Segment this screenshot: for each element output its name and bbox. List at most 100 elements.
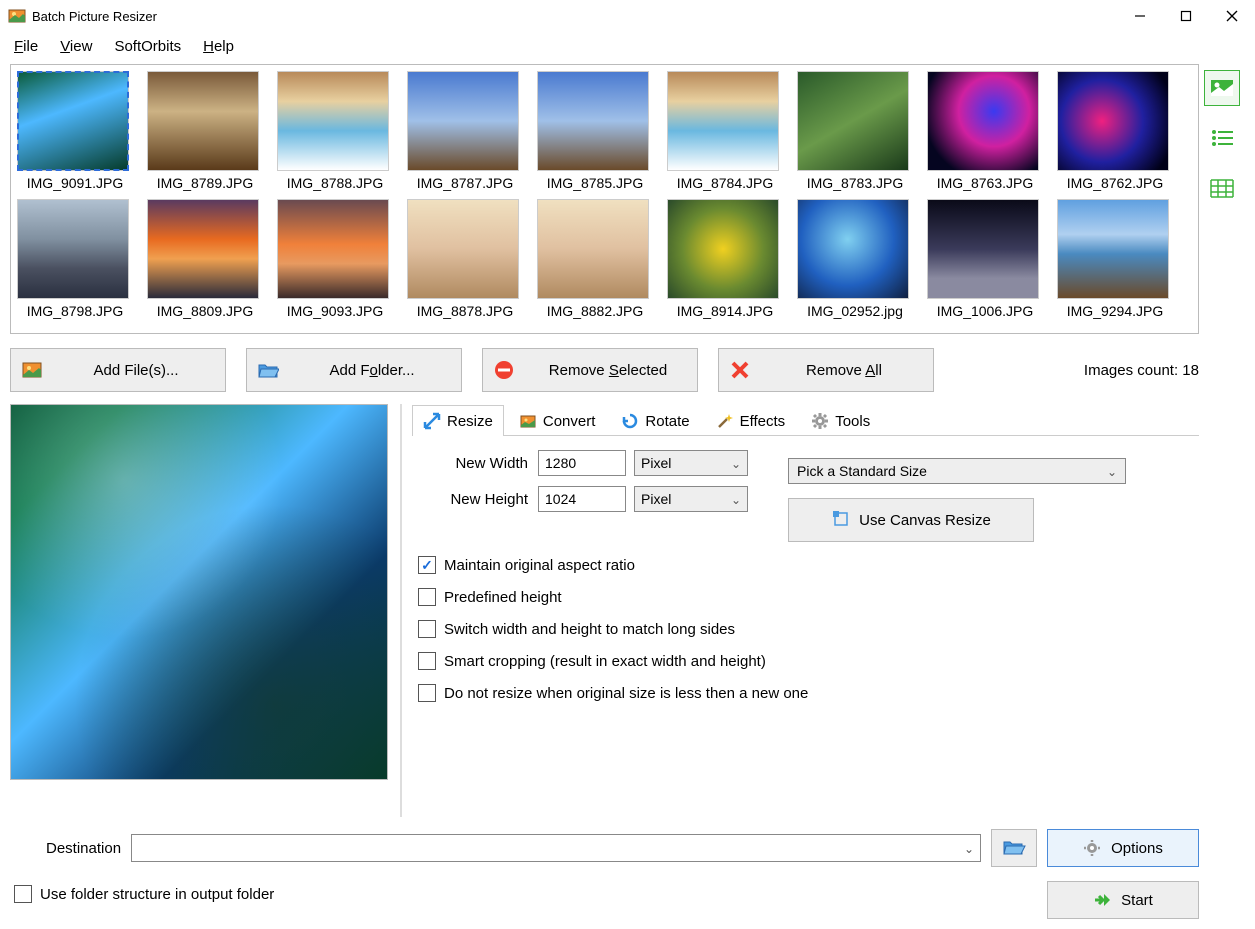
tab-effects[interactable]: Effects bbox=[705, 405, 797, 436]
destination-select[interactable] bbox=[131, 834, 981, 862]
thumbnail-item[interactable]: IMG_8787.JPG bbox=[407, 71, 523, 191]
thumbnail-item[interactable]: IMG_9294.JPG bbox=[1057, 199, 1173, 319]
thumbnail-item[interactable]: IMG_8914.JPG bbox=[667, 199, 783, 319]
thumbnail-item[interactable]: IMG_8789.JPG bbox=[147, 71, 263, 191]
grid-view-button[interactable] bbox=[1204, 170, 1240, 206]
menu-file[interactable]: File bbox=[10, 36, 42, 57]
thumbnail-label: IMG_8763.JPG bbox=[927, 175, 1043, 191]
smart-crop-checkbox[interactable] bbox=[418, 652, 436, 670]
thumbnail-item[interactable]: IMG_8762.JPG bbox=[1057, 71, 1173, 191]
thumbnail-image bbox=[277, 71, 389, 171]
thumbnail-label: IMG_8882.JPG bbox=[537, 303, 653, 319]
add-folder-button[interactable]: Add Folder... bbox=[246, 348, 462, 392]
titlebar: Batch Picture Resizer bbox=[0, 0, 1255, 32]
resize-icon bbox=[423, 412, 441, 430]
thumbnail-image bbox=[927, 199, 1039, 299]
standard-size-select[interactable]: Pick a Standard Size bbox=[788, 458, 1126, 484]
list-view-button[interactable] bbox=[1204, 120, 1240, 156]
add-files-button[interactable]: Add File(s)... bbox=[10, 348, 226, 392]
thumbnails-icon bbox=[1210, 78, 1234, 98]
thumbnail-image bbox=[537, 71, 649, 171]
no-resize-small-label: Do not resize when original size is less… bbox=[444, 685, 808, 702]
view-switcher bbox=[1199, 64, 1245, 919]
menu-view[interactable]: View bbox=[56, 36, 96, 57]
destination-label: Destination bbox=[46, 840, 121, 857]
preview-image bbox=[10, 404, 388, 780]
thumbnail-item[interactable]: IMG_9093.JPG bbox=[277, 199, 393, 319]
start-button[interactable]: Start bbox=[1047, 881, 1199, 919]
thumbnail-item[interactable]: IMG_02952.jpg bbox=[797, 199, 913, 319]
predefined-height-checkbox[interactable] bbox=[418, 588, 436, 606]
thumbnail-item[interactable]: IMG_8785.JPG bbox=[537, 71, 653, 191]
thumbnail-label: IMG_8788.JPG bbox=[277, 175, 393, 191]
thumbnail-view-button[interactable] bbox=[1204, 70, 1240, 106]
thumbnail-image bbox=[407, 71, 519, 171]
no-resize-small-checkbox[interactable] bbox=[418, 684, 436, 702]
thumbnail-label: IMG_8784.JPG bbox=[667, 175, 783, 191]
images-count: Images count: 18 bbox=[1084, 362, 1199, 379]
thumbnail-image bbox=[147, 199, 259, 299]
remove-selected-button[interactable]: Remove Selected bbox=[482, 348, 698, 392]
gear-icon bbox=[1083, 839, 1101, 857]
thumbnail-label: IMG_8787.JPG bbox=[407, 175, 523, 191]
thumbnail-item[interactable]: IMG_8798.JPG bbox=[17, 199, 133, 319]
thumbnail-label: IMG_8783.JPG bbox=[797, 175, 913, 191]
new-width-input[interactable] bbox=[538, 450, 626, 476]
app-icon bbox=[8, 7, 26, 25]
tab-resize[interactable]: Resize bbox=[412, 405, 504, 436]
resize-form: New Width Pixel New Height Pixel bbox=[412, 446, 1199, 716]
thumbnail-image bbox=[277, 199, 389, 299]
destination-browse-button[interactable] bbox=[991, 829, 1037, 867]
thumbnail-image bbox=[537, 199, 649, 299]
thumbnail-image bbox=[1057, 71, 1169, 171]
thumbnail-item[interactable]: IMG_8878.JPG bbox=[407, 199, 523, 319]
thumbnail-label: IMG_02952.jpg bbox=[797, 303, 913, 319]
options-button[interactable]: Options bbox=[1047, 829, 1199, 867]
canvas-icon bbox=[831, 509, 849, 531]
thumbnail-item[interactable]: IMG_8763.JPG bbox=[927, 71, 1043, 191]
thumbnail-image bbox=[1057, 199, 1169, 299]
height-unit-select[interactable]: Pixel bbox=[634, 486, 748, 512]
remove-all-button[interactable]: Remove All bbox=[718, 348, 934, 392]
use-folder-structure-label: Use folder structure in output folder bbox=[40, 886, 274, 903]
thumbnail-image bbox=[667, 71, 779, 171]
menu-softorbits[interactable]: SoftOrbits bbox=[110, 36, 185, 57]
rotate-icon bbox=[621, 412, 639, 430]
thumbnail-item[interactable]: IMG_9091.JPG bbox=[17, 71, 133, 191]
maintain-aspect-checkbox[interactable] bbox=[418, 556, 436, 574]
folder-open-icon bbox=[257, 359, 279, 381]
thumbnail-label: IMG_8789.JPG bbox=[147, 175, 263, 191]
maximize-button[interactable] bbox=[1163, 0, 1209, 32]
thumbnail-label: IMG_8809.JPG bbox=[147, 303, 263, 319]
thumbnail-item[interactable]: IMG_8809.JPG bbox=[147, 199, 263, 319]
thumbnail-panel: IMG_9091.JPG IMG_8789.JPG IMG_8788.JPG IMG_… bbox=[10, 64, 1199, 334]
thumbnail-label: IMG_8762.JPG bbox=[1057, 175, 1173, 191]
thumbnail-item[interactable]: IMG_8783.JPG bbox=[797, 71, 913, 191]
thumbnail-label: IMG_8878.JPG bbox=[407, 303, 523, 319]
menubar: File View SoftOrbits Help bbox=[0, 32, 1255, 60]
thumbnail-image bbox=[17, 71, 129, 171]
tabs: Resize Convert Rotate Effects bbox=[412, 404, 1199, 436]
thumbnail-item[interactable]: IMG_1006.JPG bbox=[927, 199, 1043, 319]
tab-tools[interactable]: Tools bbox=[800, 405, 881, 436]
close-button[interactable] bbox=[1209, 0, 1255, 32]
thumbnail-label: IMG_8798.JPG bbox=[17, 303, 133, 319]
thumbnail-item[interactable]: IMG_8788.JPG bbox=[277, 71, 393, 191]
thumbnail-item[interactable]: IMG_8882.JPG bbox=[537, 199, 653, 319]
maintain-aspect-label: Maintain original aspect ratio bbox=[444, 557, 635, 574]
effects-icon bbox=[716, 412, 734, 430]
use-folder-structure-checkbox[interactable] bbox=[14, 885, 32, 903]
toolbar: Add File(s)... Add Folder... Remove Sele… bbox=[10, 348, 1199, 392]
gear-icon bbox=[811, 412, 829, 430]
grid-icon bbox=[1210, 178, 1234, 198]
menu-help[interactable]: Help bbox=[199, 36, 238, 57]
tab-rotate[interactable]: Rotate bbox=[610, 405, 700, 436]
minimize-button[interactable] bbox=[1117, 0, 1163, 32]
new-height-input[interactable] bbox=[538, 486, 626, 512]
thumbnail-image bbox=[667, 199, 779, 299]
thumbnail-item[interactable]: IMG_8784.JPG bbox=[667, 71, 783, 191]
switch-wh-checkbox[interactable] bbox=[418, 620, 436, 638]
width-unit-select[interactable]: Pixel bbox=[634, 450, 748, 476]
canvas-resize-button[interactable]: Use Canvas Resize bbox=[788, 498, 1034, 542]
tab-convert[interactable]: Convert bbox=[508, 405, 607, 436]
